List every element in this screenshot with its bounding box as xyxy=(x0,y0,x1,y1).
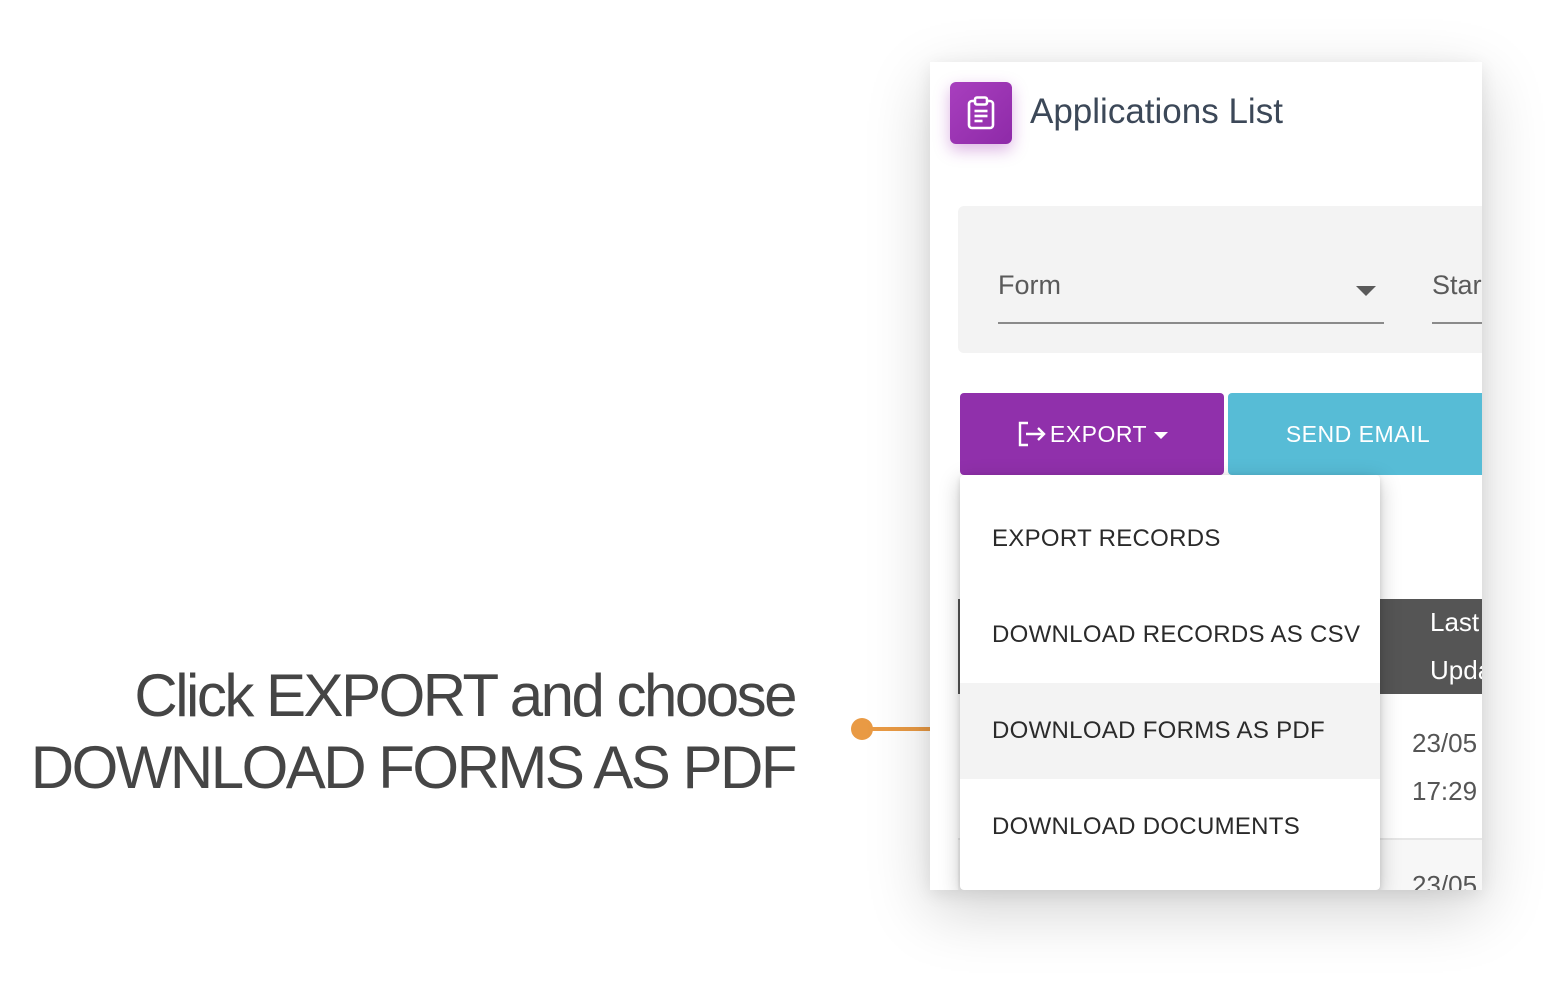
menu-item-download-forms-pdf[interactable]: DOWNLOAD FORMS AS PDF xyxy=(960,683,1380,779)
export-button[interactable]: EXPORT xyxy=(960,393,1224,475)
instruction-callout: Click EXPORT and choose DOWNLOAD FORMS A… xyxy=(20,660,798,804)
table-row-date: 23/05 xyxy=(1412,870,1478,890)
instruction-line-2: DOWNLOAD FORMS AS PDF xyxy=(30,734,798,801)
filter-panel: Form Start xyxy=(958,206,1482,353)
export-icon xyxy=(1018,421,1046,447)
menu-item-export-records[interactable]: EXPORT RECORDS xyxy=(960,491,1380,587)
table-row-date: 23/05 xyxy=(1412,728,1478,758)
send-email-label: SEND EMAIL xyxy=(1285,420,1431,447)
clipboard-icon xyxy=(950,82,1012,144)
column-header-last-updated-line2: Updated xyxy=(1430,655,1482,685)
app-window: Applications List Form Start EXPORT SEND… xyxy=(930,62,1482,890)
start-select[interactable]: Start xyxy=(1432,266,1482,324)
export-button-label: EXPORT xyxy=(1049,420,1148,447)
page-title: Applications List xyxy=(1030,92,1283,131)
instruction-line-1: Click EXPORT and choose xyxy=(134,662,797,729)
send-email-button[interactable]: SEND EMAIL xyxy=(1228,393,1482,475)
form-select-label: Form xyxy=(998,270,1061,300)
column-header-last-updated-line1: Last xyxy=(1430,607,1480,637)
export-dropdown-menu: EXPORT RECORDS DOWNLOAD RECORDS AS CSV D… xyxy=(960,475,1380,890)
caret-down-icon xyxy=(1154,431,1169,439)
form-select[interactable]: Form xyxy=(998,266,1384,324)
start-select-label: Start xyxy=(1432,270,1482,300)
caret-down-icon xyxy=(1356,286,1376,296)
table-row-time: 17:29 xyxy=(1412,776,1478,806)
menu-item-download-records-csv[interactable]: DOWNLOAD RECORDS AS CSV xyxy=(960,587,1380,683)
menu-item-download-documents[interactable]: DOWNLOAD DOCUMENTS xyxy=(960,779,1380,875)
